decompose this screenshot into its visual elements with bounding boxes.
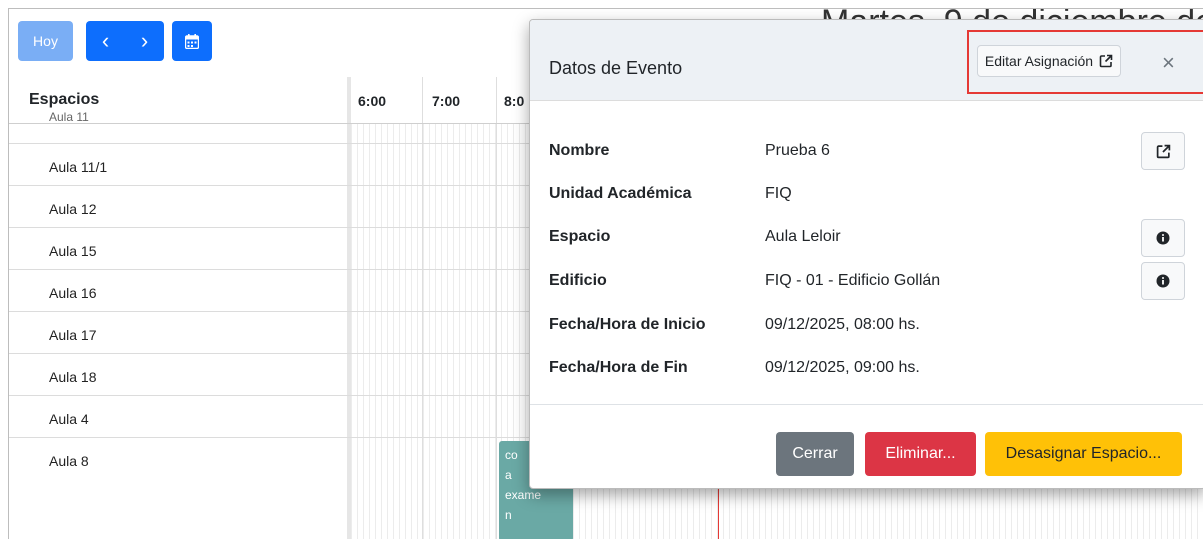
resource-label: Aula 11 — [49, 110, 89, 124]
field-label: Fecha/Hora de Inicio — [549, 316, 706, 333]
time-label: 6:00 — [358, 93, 387, 109]
delete-button[interactable]: Eliminar... — [865, 432, 976, 476]
slot-divider — [422, 77, 423, 539]
calendar-app: Hoy ‹ › Martes, 9 de diciembre de 202 Es… — [8, 8, 1203, 539]
modal-footer-divider — [530, 404, 1203, 405]
resource-divider[interactable] — [347, 77, 351, 539]
resource-header: Espacios — [29, 91, 100, 108]
external-link-icon — [1156, 144, 1170, 158]
resource-label: Aula 16 — [49, 285, 97, 301]
open-event-button[interactable] — [1141, 132, 1185, 170]
calendar-icon — [185, 33, 199, 49]
resource-label: Aula 12 — [49, 201, 97, 217]
field-value: Aula Leloir — [765, 228, 841, 245]
field-value: Prueba 6 — [765, 142, 830, 159]
resource-label: Aula 15 — [49, 243, 97, 259]
resource-label: Aula 17 — [49, 327, 97, 343]
time-label: 8:0 — [504, 93, 525, 109]
resource-label: Aula 11/1 — [49, 159, 108, 175]
next-button[interactable]: › — [141, 28, 148, 54]
field-value: FIQ - 01 - Edificio Gollán — [765, 272, 941, 289]
event-details-modal: Datos de Evento Editar Asignación × Nomb… — [529, 19, 1203, 489]
prev-button[interactable]: ‹ — [102, 28, 109, 54]
field-label: Nombre — [549, 142, 610, 159]
nav-button-group: ‹ › — [86, 21, 164, 61]
space-info-button[interactable] — [1141, 219, 1185, 257]
resource-label: Aula 8 — [49, 453, 89, 469]
field-label: Fecha/Hora de Fin — [549, 359, 688, 376]
field-value: 09/12/2025, 09:00 hs. — [765, 359, 920, 376]
building-info-button[interactable] — [1141, 262, 1185, 300]
modal-title: Datos de Evento — [549, 58, 683, 78]
resource-label: Aula 18 — [49, 369, 97, 385]
info-icon — [1156, 231, 1170, 245]
slot-divider — [496, 77, 497, 539]
close-button[interactable]: Cerrar — [776, 432, 854, 476]
field-value: 09/12/2025, 08:00 hs. — [765, 316, 920, 333]
highlight-annotation — [967, 30, 1203, 94]
field-label: Espacio — [549, 228, 611, 245]
field-label: Edificio — [549, 272, 607, 289]
unassign-space-button[interactable]: Desasignar Espacio... — [985, 432, 1182, 476]
calendar-picker-button[interactable] — [172, 21, 212, 61]
field-label: Unidad Académica — [549, 185, 692, 202]
today-button[interactable]: Hoy — [18, 21, 73, 61]
time-label: 7:00 — [432, 93, 461, 109]
resource-label: Aula 4 — [49, 411, 89, 427]
field-value: FIQ — [765, 185, 792, 202]
event-text: n — [505, 508, 512, 522]
info-icon — [1156, 274, 1170, 288]
